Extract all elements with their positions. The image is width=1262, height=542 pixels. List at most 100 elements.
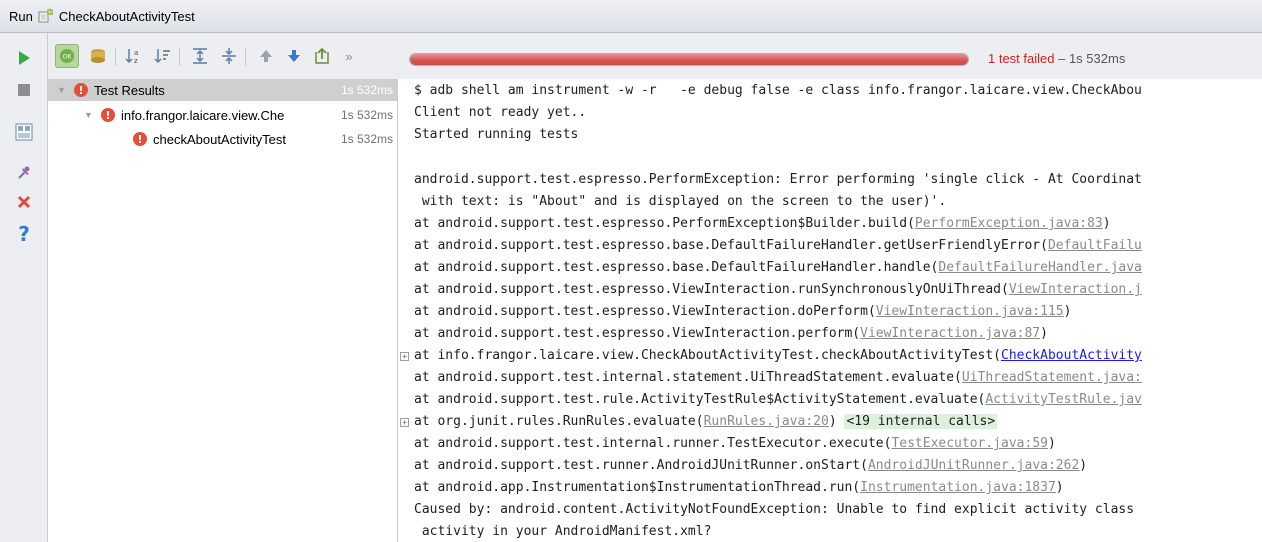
test-status-text: 1 test failed – 1s 532ms	[988, 51, 1125, 66]
source-link[interactable]: AndroidJUnitRunner.java:262	[868, 458, 1079, 473]
source-link[interactable]: ViewInteraction.java:115	[876, 304, 1064, 319]
stack-frame-tail: )	[1040, 326, 1048, 341]
console-line: $ adb shell am instrument -w -r -e debug…	[414, 83, 1142, 98]
stack-frame-text: at android.support.test.espresso.Perform…	[414, 216, 915, 231]
more-actions-icon[interactable]: »	[338, 45, 360, 67]
error-icon: !	[133, 132, 147, 146]
expand-fold-icon[interactable]: +	[400, 352, 409, 361]
source-link[interactable]: Instrumentation.java:1837	[860, 480, 1056, 495]
next-failed-test-icon[interactable]	[283, 45, 305, 67]
console-line: Started running tests	[414, 127, 579, 142]
expand-fold-icon[interactable]: +	[400, 418, 409, 427]
stack-frame-tail: )	[1063, 304, 1072, 319]
previous-failed-test-icon[interactable]	[255, 45, 277, 67]
stack-trace-line: at android.support.test.runner.AndroidJU…	[414, 455, 1087, 477]
stack-trace-line: at android.support.test.internal.stateme…	[414, 367, 1142, 389]
stack-trace-line: at android.app.Instrumentation$Instrumen…	[414, 477, 1064, 499]
layout-icon[interactable]	[12, 121, 36, 143]
console-line: with text: is "About" and is displayed o…	[414, 194, 947, 209]
stack-frame-text: at android.support.test.espresso.base.De…	[414, 260, 939, 275]
stack-trace-line: at android.support.test.internal.runner.…	[414, 433, 1056, 455]
stack-trace-line: at android.support.test.espresso.base.De…	[414, 235, 1142, 257]
tree-node-duration: 1s 532ms	[340, 132, 393, 146]
tree-node-duration: 1s 532ms	[340, 83, 393, 97]
failed-count-label: 1 test failed	[988, 51, 1055, 66]
chevron-down-icon[interactable]: ▼	[84, 110, 94, 120]
stack-frame-text: at android.support.test.internal.runner.…	[414, 436, 892, 451]
show-ignored-icon[interactable]	[87, 45, 109, 67]
stack-frame-tail: )	[1102, 216, 1111, 231]
source-link[interactable]: PerformException.java:83	[915, 216, 1103, 231]
help-icon[interactable]: ?	[12, 222, 36, 246]
svg-text:z: z	[134, 57, 138, 65]
stack-trace-line: at info.frangor.laicare.view.CheckAboutA…	[414, 345, 1142, 367]
stack-trace-line: at android.support.test.rule.ActivityTes…	[414, 389, 1142, 411]
stack-trace-line: at org.junit.rules.RunRules.evaluate(Run…	[414, 411, 998, 433]
stack-frame-text: at android.support.test.espresso.ViewInt…	[414, 326, 861, 341]
console-line: android.support.test.espresso.PerformExc…	[414, 172, 1142, 187]
tree-node-label: checkAboutActivityTest	[153, 131, 286, 147]
tree-node-test-method[interactable]: ! checkAboutActivityTest 1s 532ms	[48, 128, 397, 150]
internal-calls-badge[interactable]: <19 internal calls>	[844, 414, 998, 429]
stack-frame-text: at android.support.test.rule.ActivityTes…	[414, 392, 986, 407]
console-line: activity in your AndroidManifest.xml?	[414, 524, 712, 539]
chevron-down-icon[interactable]: ▼	[57, 85, 67, 95]
stop-icon[interactable]	[12, 79, 36, 101]
tree-node-duration: 1s 532ms	[340, 108, 393, 122]
stack-trace-line: at android.support.test.espresso.Perform…	[414, 213, 1111, 235]
console-line: Caused by: android.content.ActivityNotFo…	[414, 502, 1135, 517]
console-output[interactable]: $ adb shell am instrument -w -r -e debug…	[399, 79, 1262, 542]
source-link[interactable]: CheckAboutActivity	[1001, 348, 1142, 363]
source-link[interactable]: DefaultFailureHandler.java	[938, 260, 1142, 275]
android-test-config-icon	[38, 8, 54, 24]
close-icon[interactable]	[12, 191, 36, 213]
stack-trace-line: at android.support.test.espresso.ViewInt…	[414, 323, 1048, 345]
run-configuration-name: CheckAboutActivityTest	[58, 8, 195, 24]
left-action-strip: ?	[0, 33, 48, 542]
source-link[interactable]: UiThreadStatement.java:	[962, 370, 1142, 385]
stack-frame-text: at android.support.test.runner.AndroidJU…	[414, 458, 868, 473]
collapse-all-icon[interactable]	[218, 45, 240, 67]
tree-node-label: info.frangor.laicare.view.Che	[121, 107, 285, 123]
tree-node-label: Test Results	[94, 82, 165, 98]
stack-frame-text: at android.app.Instrumentation$Instrumen…	[414, 480, 861, 495]
source-link[interactable]: TestExecutor.java:59	[891, 436, 1048, 451]
pin-icon[interactable]	[12, 162, 36, 184]
stack-frame-text: at android.support.test.internal.stateme…	[414, 370, 962, 385]
stack-frame-tail: )	[1055, 480, 1064, 495]
test-results-tree: ▼ ! Test Results 1s 532ms ▼ ! info.frang…	[48, 79, 398, 542]
stack-trace-line: at android.support.test.espresso.base.De…	[414, 257, 1142, 279]
tree-node-test-class[interactable]: ▼ ! info.frangor.laicare.view.Che 1s 532…	[48, 104, 397, 126]
test-progress-fill	[410, 54, 968, 65]
stack-frame-tail: )	[1047, 436, 1056, 451]
sort-by-duration-icon[interactable]	[152, 45, 174, 67]
source-link[interactable]: DefaultFailu	[1048, 238, 1142, 253]
error-icon: !	[74, 83, 88, 97]
run-label: Run	[9, 8, 33, 24]
run-tool-window-title-bar: Run CheckAboutActivityTest	[0, 0, 1262, 33]
sort-alphabetically-icon[interactable]: a z	[123, 45, 145, 67]
source-link[interactable]: RunRules.java:20	[704, 414, 829, 429]
stack-trace-line: at android.support.test.espresso.ViewInt…	[414, 279, 1142, 301]
test-progress-bar	[409, 53, 969, 66]
svg-text:a: a	[134, 49, 138, 57]
stack-frame-tail: )	[1079, 458, 1088, 473]
total-duration-label: – 1s 532ms	[1054, 51, 1126, 66]
show-passed-icon[interactable]: OK	[55, 44, 79, 68]
stack-frame-tail: )	[828, 414, 845, 429]
expand-all-icon[interactable]	[189, 45, 211, 67]
export-results-icon[interactable]	[311, 45, 333, 67]
error-icon: !	[101, 108, 115, 122]
console-line: Client not ready yet..	[414, 105, 587, 120]
svg-text:OK: OK	[63, 54, 73, 61]
tree-node-test-results[interactable]: ▼ ! Test Results 1s 532ms	[48, 79, 397, 101]
source-link[interactable]: ActivityTestRule.jav	[985, 392, 1142, 407]
stack-frame-text: at android.support.test.espresso.ViewInt…	[414, 304, 876, 319]
stack-trace-line: at android.support.test.espresso.ViewInt…	[414, 301, 1071, 323]
source-link[interactable]: ViewInteraction.java:87	[860, 326, 1040, 341]
stack-frame-text: at android.support.test.espresso.ViewInt…	[414, 282, 1009, 297]
stack-frame-text: at android.support.test.espresso.base.De…	[414, 238, 1048, 253]
rerun-icon[interactable]	[12, 47, 36, 69]
source-link[interactable]: ViewInteraction.j	[1009, 282, 1142, 297]
test-runner-toolbar: OK a z » 1 test failed – 1s 532ms	[48, 33, 1262, 79]
